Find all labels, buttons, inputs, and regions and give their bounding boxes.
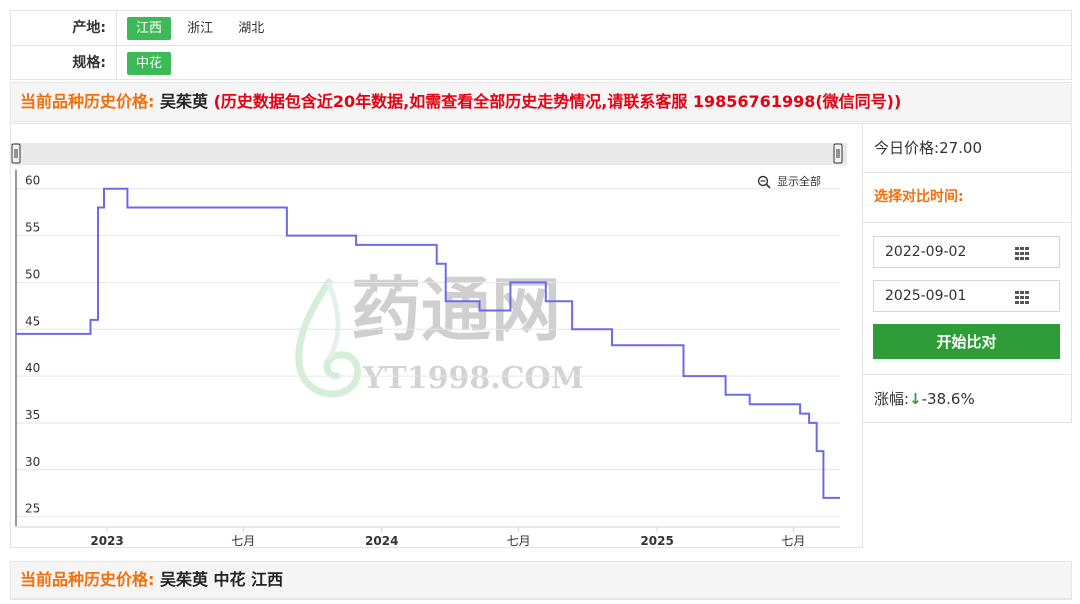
x-tick-label: 2025	[640, 534, 673, 547]
history-heading-prefix: 当前品种历史价格:	[20, 92, 154, 111]
history-heading-note: (历史数据包含近20年数据,如需查看全部历史走势情况,请联系客服 1985676…	[214, 92, 902, 111]
y-tick-label: 40	[25, 361, 40, 375]
comparison-panel: 今日价格:27.00 选择对比时间: 2022-09-02 2025-09-01…	[863, 123, 1072, 423]
origin-option-hubei[interactable]: 湖北	[229, 17, 273, 40]
history-price-heading: 当前品种历史价格: 吴茱萸 (历史数据包含近20年数据,如需查看全部历史走势情况…	[10, 82, 1072, 122]
y-tick-label: 60	[25, 174, 40, 188]
end-date-value: 2025-09-01	[885, 281, 966, 311]
footer-heading-detail: 吴茱萸 中花 江西	[160, 570, 283, 589]
spec-options: 中花	[127, 52, 173, 75]
today-price: 今日价格:27.00	[863, 124, 1071, 173]
start-date-value: 2022-09-02	[885, 237, 966, 267]
history-table	[10, 599, 1072, 604]
zoom-reset-label: 显示全部	[777, 174, 821, 188]
compare-time-title: 选择对比时间:	[863, 173, 1071, 223]
y-tick-label: 35	[25, 408, 40, 422]
x-tick-label: 七月	[231, 534, 255, 547]
navigator-left-handle[interactable]	[12, 144, 20, 163]
spec-filter-row: 规格: 中花	[11, 46, 1071, 80]
filter-panel: 产地: 江西 浙江 湖北 规格: 中花	[10, 10, 1072, 80]
origin-filter-row: 产地: 江西 浙江 湖北	[11, 11, 1071, 46]
start-date-field[interactable]: 2022-09-02	[873, 236, 1060, 268]
y-tick-label: 25	[25, 502, 40, 516]
footer-heading-prefix: 当前品种历史价格:	[20, 570, 154, 589]
price-change-value: -38.6%	[922, 390, 975, 408]
navigator-track[interactable]	[15, 143, 847, 165]
price-change: 涨幅:↓-38.6%	[863, 375, 1071, 423]
end-date-field[interactable]: 2025-09-01	[873, 280, 1060, 312]
y-tick-label: 55	[25, 221, 40, 235]
zoom-out-icon	[759, 177, 771, 189]
spec-label: 规格:	[11, 46, 117, 80]
today-price-value: 27.00	[939, 139, 982, 157]
price-chart: 药通网 YT1998.COM 显示全部 25 30 35 40 45 50 55 60 2023…	[11, 124, 862, 547]
today-price-label: 今日价格:	[874, 139, 939, 157]
price-chart-panel: 药通网 YT1998.COM 显示全部 25 30 35 40 45 50 55 60 2023…	[10, 123, 863, 548]
origin-option-zhejiang[interactable]: 浙江	[178, 17, 222, 40]
y-tick-label: 45	[25, 314, 40, 328]
calendar-icon[interactable]	[1015, 247, 1029, 260]
watermark-logo-icon	[299, 282, 358, 394]
x-tick-label: 2023	[90, 534, 123, 547]
watermark: 药通网 YT1998.COM	[299, 268, 584, 396]
origin-option-jiangxi[interactable]: 江西	[127, 17, 171, 40]
watermark-text: 药通网	[351, 268, 561, 351]
down-arrow-icon: ↓	[909, 390, 922, 408]
price-change-label: 涨幅:	[874, 390, 909, 408]
start-compare-button[interactable]: 开始比对	[873, 324, 1060, 359]
y-tick-label: 30	[25, 455, 40, 469]
history-heading-product: 吴茱萸	[160, 92, 208, 111]
watermark-subtext: YT1998.COM	[362, 361, 584, 396]
x-tick-label: 七月	[781, 534, 805, 547]
spec-option-zhonghua[interactable]: 中花	[127, 52, 171, 75]
origin-label: 产地:	[11, 11, 117, 45]
zoom-reset-button[interactable]: 显示全部	[759, 174, 822, 188]
x-tick-label: 2024	[365, 534, 398, 547]
navigator-right-handle[interactable]	[834, 144, 842, 163]
y-tick-label: 50	[25, 267, 40, 281]
x-tick-label: 七月	[507, 534, 531, 547]
origin-options: 江西 浙江 湖北	[127, 17, 275, 40]
calendar-icon[interactable]	[1015, 291, 1029, 304]
history-table-heading: 当前品种历史价格: 吴茱萸 中花 江西	[10, 561, 1072, 599]
